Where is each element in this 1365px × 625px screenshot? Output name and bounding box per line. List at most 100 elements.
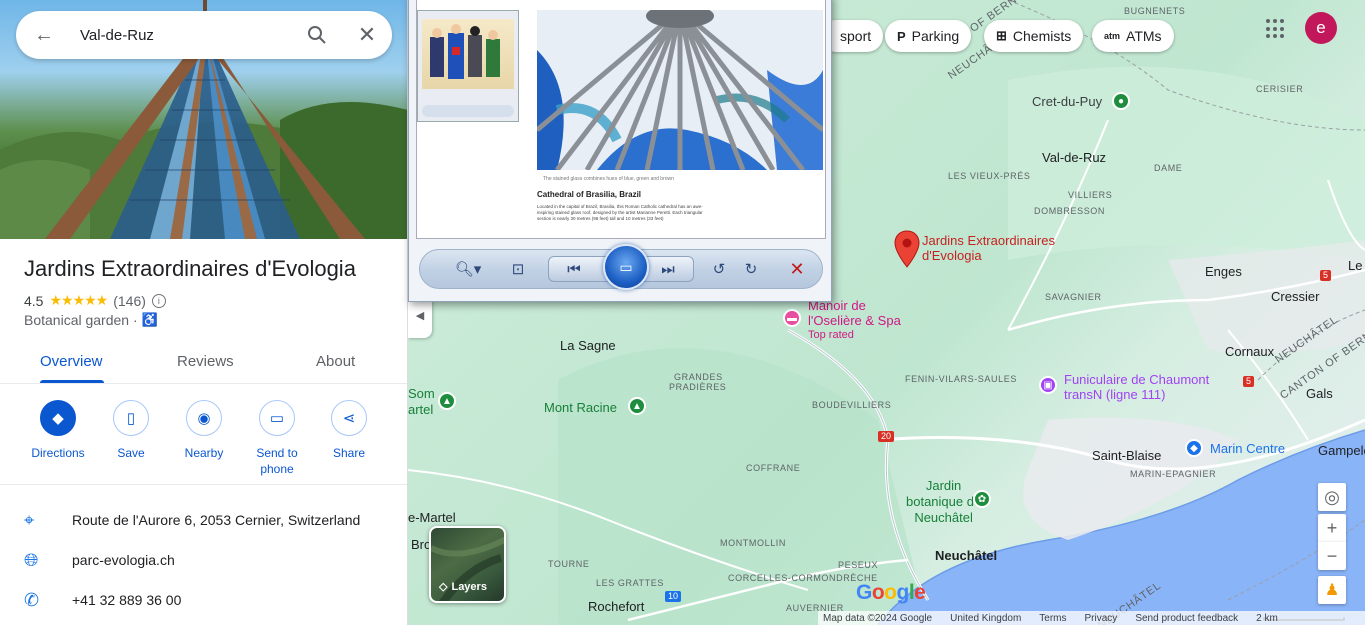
close-icon[interactable]: ✕ [342, 22, 392, 48]
divider [0, 484, 407, 485]
inset-thumbnail [417, 10, 519, 122]
chip-chemists[interactable]: ⊞ Chemists [984, 20, 1084, 52]
map-label-val-de-ruz: Val-de-Ruz [1042, 150, 1107, 165]
pegman-icon: ♟ [1324, 582, 1340, 599]
nearby-button[interactable]: ◉ Nearby [164, 400, 244, 461]
map-label-som: Som [408, 386, 435, 401]
map-label-peseux: PESEUX [838, 560, 879, 570]
map-label-neuchatel-city: Neuchâtel [935, 548, 998, 563]
cathedral-photo [537, 10, 823, 170]
zoom-button[interactable]: 🔍︎▾ [450, 258, 486, 280]
back-arrow-icon[interactable]: ← [16, 24, 72, 47]
transit-pin-icon[interactable]: ▣ [1039, 376, 1057, 394]
search-box[interactable]: ← Val-de-Ruz ✕ [16, 11, 392, 59]
share-label: Share [332, 446, 366, 460]
zoom-in-button[interactable]: + [1318, 514, 1346, 542]
fit-window-button[interactable]: ⊡ [506, 258, 530, 280]
map-label-jardin-line3: Neuchâtel [914, 510, 973, 525]
road-shield-10: 10 [665, 591, 682, 602]
skip-previous-icon: ⏮ [567, 260, 581, 278]
delete-x-icon: ✕ [789, 258, 805, 279]
nearby-label: Nearby [184, 446, 224, 460]
chip-parking-label: Parking [911, 28, 960, 44]
viewer-toolbar: 🔍︎▾ ⊡ ⏮ ▭ ⏭ ↺ ↻ ✕ [419, 244, 823, 290]
attribution-feedback[interactable]: Send product feedback [1135, 613, 1238, 624]
tab-overview[interactable]: Overview [40, 353, 103, 370]
place-category[interactable]: Botanical garden · [24, 312, 138, 328]
plus-icon: + [1326, 517, 1338, 538]
address-row[interactable]: ⌖ Route de l'Aurore 6, 2053 Cernier, Swi… [0, 500, 407, 540]
map-label-jardin-botanique[interactable]: Jardin botanique de Neuchâtel [906, 478, 981, 526]
send-to-phone-icon: ▭ [259, 400, 295, 436]
map-label-rochefort: Rochefort [588, 599, 645, 614]
attribution-terms[interactable]: Terms [1039, 613, 1066, 624]
map-label-bugnenets: BUGNENETS [1124, 6, 1186, 16]
street-view-pegman-button[interactable]: ♟ [1318, 576, 1346, 604]
mountain-pin-icon-2[interactable]: ▲ [628, 397, 646, 415]
park-pin-icon[interactable]: ● [1112, 92, 1130, 110]
inset-toolbar [422, 105, 514, 117]
account-avatar[interactable]: e [1305, 12, 1337, 44]
slideshow-button[interactable]: ▭ [603, 244, 649, 290]
rotate-counterclockwise-button[interactable]: ↺ [708, 258, 730, 280]
place-panel: ← Val-de-Ruz ✕ Jardins Extraordinaires d… [0, 0, 408, 625]
caption-title: Cathedral of Brasilia, Brazil [537, 190, 642, 199]
delete-button[interactable]: ✕ [786, 258, 808, 280]
chip-parking[interactable]: P Parking [885, 20, 972, 52]
info-icon[interactable]: i [151, 293, 166, 308]
map-label-enges: Enges [1205, 264, 1242, 279]
selected-place-pin-icon[interactable] [894, 230, 920, 268]
search-icon[interactable] [292, 25, 342, 45]
send-to-phone-label: Send to phone [256, 445, 297, 477]
previous-button[interactable]: ⏮ [562, 258, 586, 280]
website-row[interactable]: 🌐︎ parc-evologia.ch [0, 540, 407, 580]
map-label-boudevilliers: BOUDEVILLIERS [812, 400, 892, 410]
globe-icon: 🌐︎ [24, 549, 39, 570]
rotate-ccw-icon: ↺ [712, 261, 726, 278]
photo-viewer-window[interactable]: The stained glass combines hues of blue,… [408, 0, 832, 302]
map-label-selected-line1: Jardins Extraordinaires [922, 233, 1055, 248]
scale-label[interactable]: 2 km [1256, 613, 1278, 624]
action-buttons: ◆ Directions ▯ Save ◉ Nearby ▭ Send to p… [0, 400, 407, 484]
phone-row[interactable]: ✆ +41 32 889 36 00 [0, 580, 407, 620]
tab-reviews[interactable]: Reviews [177, 353, 234, 370]
map-label-dame: DAME [1154, 163, 1183, 173]
rotate-clockwise-button[interactable]: ↻ [740, 258, 762, 280]
map-label-manoir[interactable]: Manoir de l'Oselière & Spa Top rated [808, 298, 901, 343]
search-input[interactable]: Val-de-Ruz [72, 27, 292, 44]
category-row: Botanical garden · ♿ [24, 312, 158, 328]
map-label-jardin-line1: Jardin [925, 478, 962, 493]
map-label-selected-place[interactable]: Jardins Extraordinaires d'Evologia [922, 233, 1055, 263]
map-label-villiers: VILLIERS [1068, 190, 1113, 200]
map-label-tourne: TOURNE [548, 559, 590, 569]
review-count[interactable]: (146) [113, 293, 146, 309]
share-button[interactable]: ⋖ Share [309, 400, 389, 461]
directions-icon: ◆ [40, 400, 76, 436]
google-apps-icon[interactable] [1266, 19, 1286, 39]
map-label-jardin-line2: botanique de [906, 494, 982, 509]
shopping-pin-icon[interactable]: ◆ [1185, 439, 1203, 457]
zoom-out-button[interactable]: − [1318, 542, 1346, 570]
active-tab-indicator [40, 380, 104, 383]
attribution-privacy[interactable]: Privacy [1085, 613, 1118, 624]
next-button[interactable]: ⏭ [656, 258, 680, 280]
map-label-manoir-line2: l'Oselière & Spa [808, 313, 901, 328]
attribution-region[interactable]: United Kingdom [950, 613, 1021, 624]
hotel-pin-icon[interactable]: ▬ [783, 309, 801, 327]
send-to-phone-button[interactable]: ▭ Send to phone [237, 400, 317, 477]
layers-button[interactable]: ◇ Layers [429, 526, 506, 603]
send-to-phone-line1: Send to [256, 446, 298, 460]
road-shield-20: 20 [878, 431, 895, 442]
chip-sport-label: sport [840, 28, 872, 44]
mountain-pin-icon[interactable]: ▲ [438, 392, 456, 410]
chip-atms[interactable]: atm ATMs [1092, 20, 1174, 52]
save-button[interactable]: ▯ Save [91, 400, 171, 461]
garden-pin-icon[interactable]: ✿ [973, 490, 991, 508]
place-hero-photo[interactable]: ← Val-de-Ruz ✕ [0, 0, 407, 239]
tab-about[interactable]: About [316, 353, 355, 370]
chevron-left-icon: ◀ [415, 309, 425, 322]
rating-value: 4.5 [24, 292, 44, 309]
directions-button[interactable]: ◆ Directions [18, 400, 98, 461]
map-label-funiculaire[interactable]: Funiculaire de Chaumont transN (ligne 11… [1064, 372, 1209, 402]
my-location-button[interactable]: ◎ [1318, 483, 1346, 511]
